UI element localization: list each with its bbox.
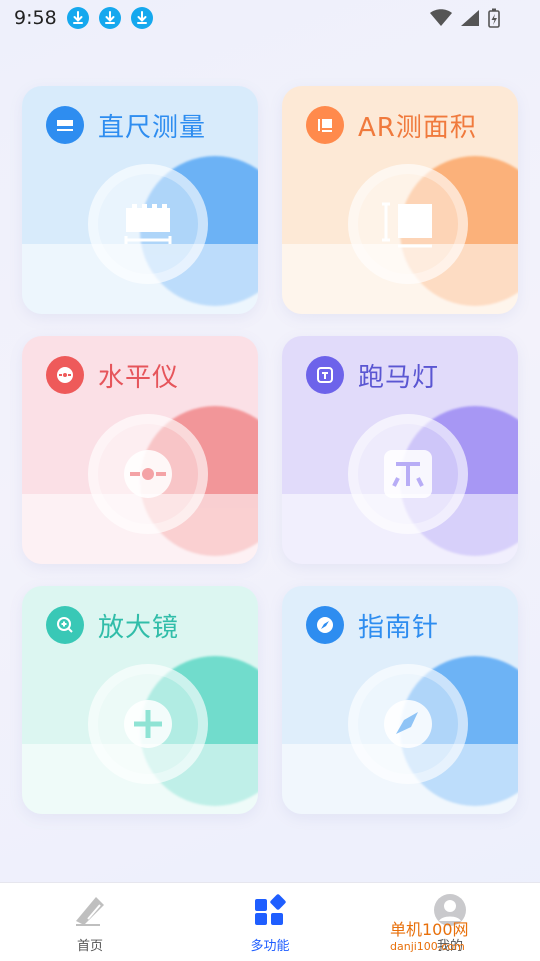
card-frost xyxy=(22,744,258,814)
card-frost xyxy=(22,494,258,564)
nav-label: 多功能 xyxy=(250,939,290,954)
card-frost xyxy=(282,744,518,814)
nav-item-tools[interactable]: 多功能 xyxy=(180,883,360,961)
battery-icon xyxy=(488,8,500,28)
card-frost xyxy=(282,494,518,564)
card-title-row: 直尺测量 xyxy=(46,106,206,144)
card-title-row: 水平仪 xyxy=(46,356,179,394)
tool-card-level[interactable]: 水平仪 xyxy=(22,336,258,564)
status-bar: 9:58 xyxy=(0,0,540,36)
card-title: 指南针 xyxy=(358,612,440,643)
watermark-text: 单机100网 xyxy=(390,920,469,939)
watermark-sub: danji100.com xyxy=(390,940,465,953)
card-title-row: 放大镜 xyxy=(46,606,179,644)
tool-card-magnifier[interactable]: 放大镜 xyxy=(22,586,258,814)
wifi-icon xyxy=(430,9,452,26)
card-title-row: AR测面积 xyxy=(306,106,477,144)
ruler-icon xyxy=(124,204,172,244)
card-frost xyxy=(22,244,258,314)
card-title: 直尺测量 xyxy=(98,112,207,143)
status-time: 9:58 xyxy=(14,7,57,29)
signal-icon xyxy=(461,10,479,26)
compass-icon xyxy=(384,700,432,748)
watermark: 单机100网 danji100.com xyxy=(390,916,469,953)
area-badge-icon xyxy=(306,106,344,144)
compass-badge-icon xyxy=(306,606,344,644)
tool-card-compass[interactable]: 指南针 xyxy=(282,586,518,814)
marquee-icon xyxy=(384,450,432,498)
magnifier-icon xyxy=(124,700,172,748)
tool-card-ruler[interactable]: 直尺测量 xyxy=(22,86,258,314)
nav-label: 首页 xyxy=(76,939,103,954)
tool-card-marquee[interactable]: 跑马灯 xyxy=(282,336,518,564)
level-badge-icon xyxy=(46,356,84,394)
magnifier-badge-icon xyxy=(46,606,84,644)
ruler-tab-icon xyxy=(76,897,104,926)
marquee-badge-icon xyxy=(306,356,344,394)
card-title: AR测面积 xyxy=(358,112,477,143)
apps-icon xyxy=(255,894,286,925)
card-title-row: 跑马灯 xyxy=(306,356,439,394)
download-icon xyxy=(66,7,89,29)
download-icon xyxy=(130,7,153,29)
card-title-row: 指南针 xyxy=(306,606,439,644)
download-icon xyxy=(98,7,121,29)
card-frost xyxy=(282,244,518,314)
level-icon xyxy=(124,450,172,498)
card-title: 放大镜 xyxy=(98,612,180,643)
nav-item-home[interactable]: 首页 xyxy=(0,883,180,961)
card-title: 跑马灯 xyxy=(358,362,440,393)
ruler-badge-icon xyxy=(46,106,84,144)
status-icons xyxy=(430,8,500,28)
area-icon xyxy=(382,202,432,248)
card-title: 水平仪 xyxy=(98,362,180,393)
tool-card-ar-area[interactable]: AR测面积 xyxy=(282,86,518,314)
